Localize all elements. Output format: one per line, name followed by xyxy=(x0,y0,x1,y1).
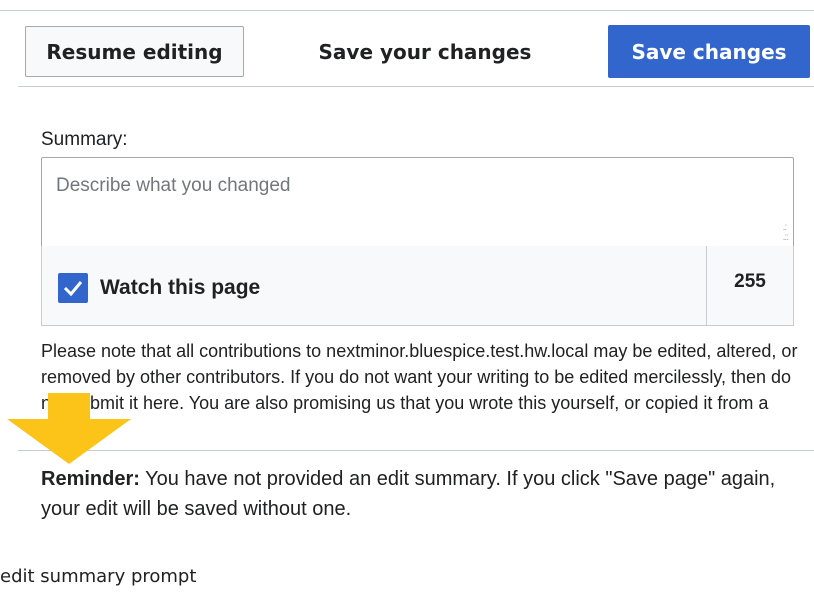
watch-page-checkbox[interactable] xyxy=(58,273,88,303)
summary-placeholder: Describe what you changed xyxy=(56,175,291,196)
checkmark-icon xyxy=(63,281,83,297)
header-divider xyxy=(18,86,814,87)
watch-page-label[interactable]: Watch this page xyxy=(100,276,260,300)
reminder-message: Reminder: You have not provided an edit … xyxy=(41,464,781,524)
save-changes-button[interactable]: Save changes xyxy=(608,25,810,78)
summary-label: Summary: xyxy=(41,129,128,150)
down-arrow-icon xyxy=(7,393,131,464)
license-text: Please note that all contributions to ne… xyxy=(41,341,798,426)
char-counter: 255 xyxy=(734,271,766,292)
summary-input[interactable]: Describe what you changed .:.:: xyxy=(41,157,794,247)
reminder-text: You have not provided an edit summary. I… xyxy=(41,468,776,520)
resume-editing-button[interactable]: Resume editing xyxy=(25,26,244,77)
section-divider xyxy=(18,450,814,451)
save-dialog-header: Resume editing Save your changes Save ch… xyxy=(0,11,814,86)
resize-grip-icon[interactable]: .:.:: xyxy=(783,223,789,243)
save-options-row: Watch this page 255 xyxy=(41,246,794,326)
license-notice: Please note that all contributions to ne… xyxy=(41,338,801,426)
dialog-title: Save your changes xyxy=(318,39,532,64)
char-counter-cell: 255 xyxy=(706,246,793,325)
image-caption: edit summary prompt xyxy=(0,566,197,587)
reminder-label: Reminder: xyxy=(41,468,140,490)
